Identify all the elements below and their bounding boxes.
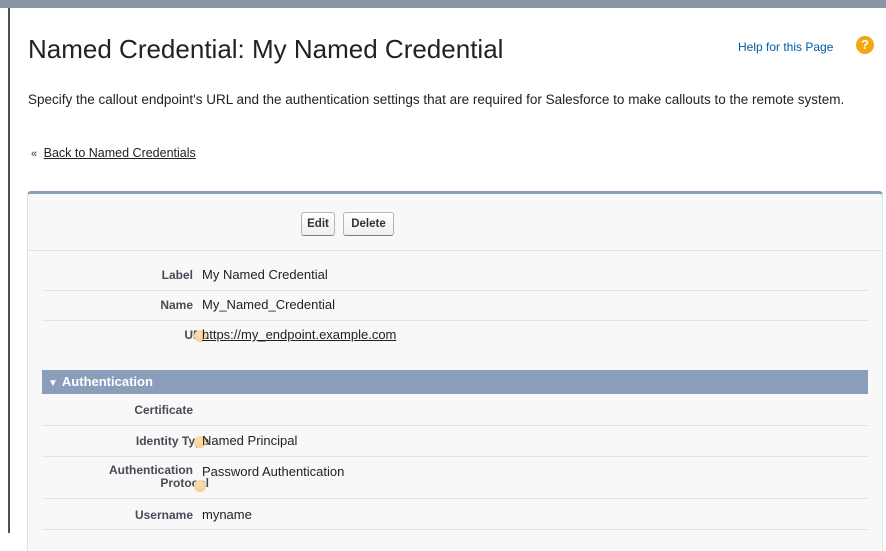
authentication-section-header[interactable]: ▼ Authentication	[42, 370, 868, 394]
field-value: myname	[202, 507, 252, 522]
back-arrow-icon: «	[31, 148, 38, 160]
help-icon[interactable]: ?	[856, 36, 874, 54]
field-label: Label	[161, 268, 193, 282]
field-value: https://my_endpoint.example.com	[202, 327, 396, 342]
field-value: Password Authentication	[202, 464, 345, 479]
delete-button[interactable]: Delete	[343, 212, 394, 236]
field-label: Username	[134, 508, 193, 522]
info-icon[interactable]	[194, 480, 206, 492]
breadcrumb: « Back to Named Credentials	[31, 146, 196, 160]
page-description: Specify the callout endpoint's URL and t…	[28, 92, 845, 107]
detail-row-username: Username myname	[42, 499, 868, 530]
edit-button[interactable]: Edit	[301, 212, 335, 236]
field-label: Name	[160, 298, 193, 312]
button-bar: Edit Delete	[28, 194, 882, 251]
detail-row-identity-type: Identity Type Named Principal	[42, 426, 868, 457]
field-label: Certificate	[134, 403, 193, 417]
help-link[interactable]: Help for this Page	[738, 40, 833, 54]
section-title: Authentication	[61, 374, 153, 389]
detail-row-label: Label My Named Credential	[42, 261, 868, 291]
field-label-line1: Authentication	[109, 463, 193, 477]
detail-row-certificate: Certificate	[42, 394, 868, 426]
detail-panel: Edit Delete Label My Named Credential Na…	[27, 191, 883, 551]
field-value: My Named Credential	[202, 267, 328, 282]
back-to-named-credentials-link[interactable]: Back to Named Credentials	[44, 146, 196, 160]
left-rule	[8, 8, 10, 533]
collapse-triangle-icon: ▼	[48, 378, 58, 389]
field-value: Named Principal	[202, 433, 298, 448]
detail-row-auth-protocol: Authentication Protocol Password Authent…	[42, 457, 868, 499]
top-border	[0, 0, 886, 8]
detail-row-name: Name My_Named_Credential	[42, 291, 868, 321]
field-value: My_Named_Credential	[202, 297, 335, 312]
page-title: Named Credential: My Named Credential	[28, 34, 504, 64]
detail-row-url: URL https://my_endpoint.example.com	[42, 321, 868, 351]
url-link[interactable]: https://my_endpoint.example.com	[202, 327, 396, 342]
